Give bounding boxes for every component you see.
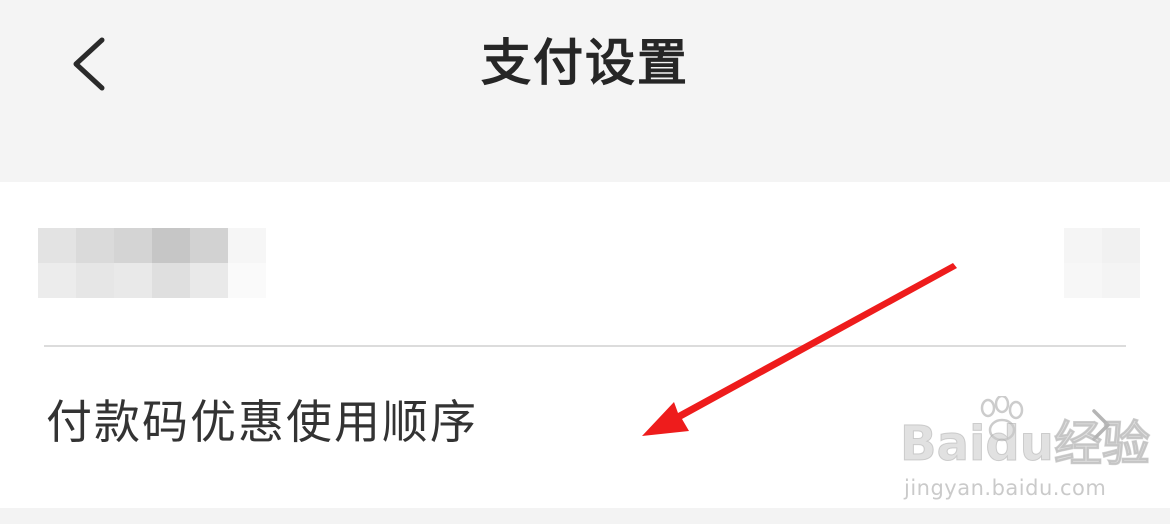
watermark-logo-text: Baidu经验 [900, 416, 1151, 472]
bottom-spacer [0, 508, 1170, 524]
watermark-url: jingyan.baidu.com [904, 476, 1107, 500]
page-title: 支付设置 [481, 34, 689, 92]
navigation-bar: 支付设置 [0, 0, 1170, 182]
blurred-setting-value [1064, 228, 1140, 298]
baidu-jingyan-watermark: Baidu经验 jingyan.baidu.com [896, 396, 1166, 506]
payment-settings-screen: 支付设置 付款码优惠使用顺序 Baidu经验 jingyan.baidu.com [0, 0, 1170, 524]
list-item-label: 付款码优惠使用顺序 [46, 395, 478, 449]
blurred-setting-label [38, 228, 266, 298]
